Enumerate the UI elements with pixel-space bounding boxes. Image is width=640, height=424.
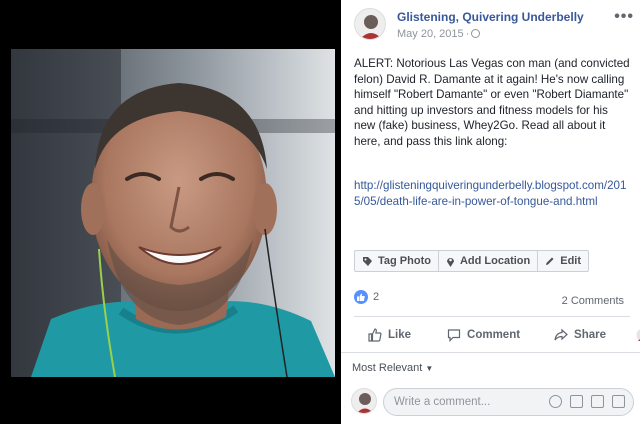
add-location-label: Add Location — [459, 255, 531, 267]
comment-composer: Write a comment... — [351, 386, 634, 416]
ellipsis-icon[interactable]: ••• — [614, 8, 634, 26]
globe-icon[interactable] — [471, 29, 481, 38]
page-avatar[interactable] — [354, 8, 386, 40]
pencil-icon — [546, 257, 554, 265]
location-pin-icon — [446, 257, 454, 267]
gif-icon[interactable] — [591, 395, 604, 408]
post-link[interactable]: http://glisteningquiveringunderbelly.blo… — [354, 178, 634, 209]
share-arrow-icon — [554, 328, 568, 341]
current-user-avatar[interactable] — [351, 388, 377, 414]
post-panel: Glistening, Quivering Underbelly May 20,… — [341, 0, 640, 424]
comment-bubble-icon — [447, 329, 461, 342]
post-meta: May 20, 2015 · — [397, 28, 481, 40]
add-location-button[interactable]: Add Location — [439, 251, 539, 271]
comment-button[interactable]: Comment — [447, 328, 520, 342]
post-photo[interactable] — [11, 49, 335, 377]
meta-separator: · — [465, 28, 470, 40]
sticker-icon[interactable] — [612, 395, 625, 408]
post-date[interactable]: May 20, 2015 — [397, 28, 464, 40]
comment-label: Comment — [467, 329, 521, 341]
page-name-link[interactable]: Glistening, Quivering Underbelly — [397, 10, 584, 24]
reaction-identity-selector[interactable] — [636, 328, 640, 342]
post-action-bar: Like Comment Share — [354, 322, 640, 348]
edit-button[interactable]: Edit — [538, 251, 588, 271]
like-button[interactable]: Like — [368, 328, 411, 342]
avatar-image — [352, 389, 376, 413]
photo-action-bar: Tag Photo Add Location Edit — [354, 250, 590, 272]
caret-down-icon: ▼ — [425, 364, 434, 373]
post-text: ALERT: Notorious Las Vegas con man (and … — [354, 57, 630, 148]
thumbs-up-icon — [368, 328, 382, 342]
like-label: Like — [388, 329, 412, 341]
tag-icon — [363, 256, 372, 266]
tag-photo-label: Tag Photo — [378, 255, 431, 267]
emoji-icon[interactable] — [549, 395, 562, 408]
camera-icon[interactable] — [570, 395, 583, 408]
comment-tools — [549, 395, 625, 408]
divider — [341, 352, 640, 353]
comment-input[interactable]: Write a comment... — [383, 388, 634, 416]
comment-placeholder: Write a comment... — [394, 396, 491, 408]
reaction-summary[interactable]: 2 — [354, 290, 379, 304]
like-reaction-icon — [354, 290, 368, 304]
comment-sort-label: Most Relevant — [352, 362, 423, 374]
small-avatar-icon — [636, 329, 640, 341]
divider — [354, 316, 630, 317]
portrait-image — [11, 49, 335, 377]
post-header: Glistening, Quivering Underbelly May 20,… — [354, 8, 634, 42]
comment-sort-dropdown[interactable]: Most Relevant ▼ — [352, 362, 433, 374]
reaction-count[interactable]: 2 — [373, 291, 379, 303]
edit-label: Edit — [560, 255, 582, 267]
share-label: Share — [574, 329, 607, 341]
photo-viewer: Glistening, Quivering Underbelly May 20,… — [0, 0, 640, 424]
share-button[interactable]: Share — [554, 328, 606, 342]
avatar-image — [355, 9, 385, 39]
comment-count-link[interactable]: 2 Comments — [562, 295, 624, 307]
tag-photo-button[interactable]: Tag Photo — [355, 251, 439, 271]
